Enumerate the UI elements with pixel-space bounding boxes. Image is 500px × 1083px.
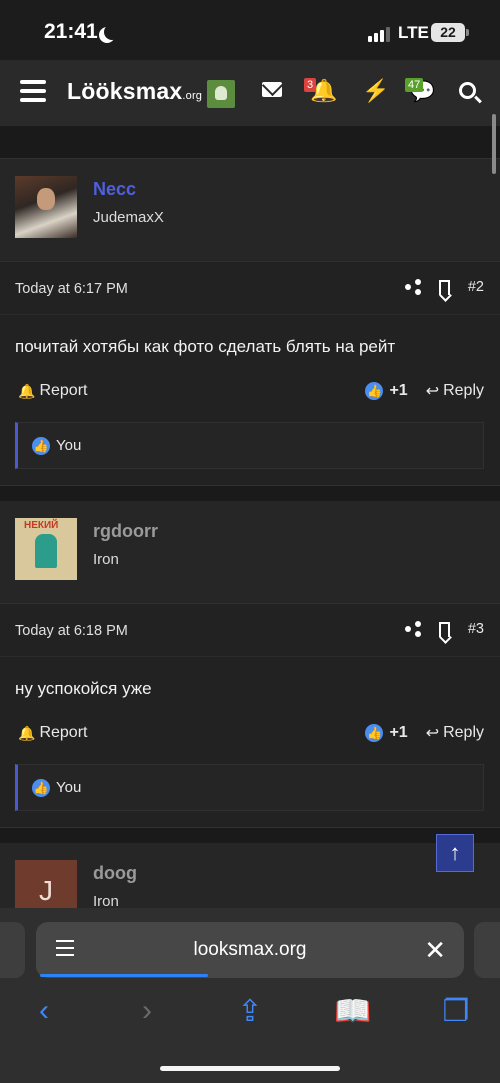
mail-icon[interactable] xyxy=(262,82,282,97)
like-count: +1 xyxy=(389,724,408,741)
reaction-list[interactable]: 👍 You xyxy=(15,764,484,811)
browser-nav-buttons: ‹ › ⇪ 📖 ❐ xyxy=(0,986,500,1036)
bolt-icon[interactable]: ⚡ xyxy=(362,78,389,104)
home-indicator xyxy=(160,1066,340,1071)
site-header: Lööksmax.org 🔔 ⚡ 💬 xyxy=(0,60,500,126)
thumbs-up-icon: 👍 xyxy=(32,436,50,455)
share-icon[interactable] xyxy=(404,279,421,295)
status-bar: 21:41 LTE 22 xyxy=(0,0,500,60)
reply-label: Reply xyxy=(443,382,484,399)
user-title: JudemaxX xyxy=(93,209,164,226)
post-user-block: Necc JudemaxX xyxy=(0,159,500,262)
next-tab[interactable] xyxy=(474,922,500,978)
report-button[interactable]: 🔔 Report xyxy=(18,724,87,742)
reply-label: Reply xyxy=(443,724,484,741)
bell-icon: 🔔 xyxy=(18,724,36,741)
username[interactable]: rgdoorr xyxy=(93,521,158,542)
network-type: LTE xyxy=(398,23,429,42)
scrollbar[interactable] xyxy=(492,114,496,174)
divider xyxy=(0,827,500,828)
report-label: Report xyxy=(39,724,88,741)
reply-button[interactable]: ↩ Reply xyxy=(426,723,484,743)
post-timestamp[interactable]: Today at 6:18 PM xyxy=(15,623,128,639)
reaction-user: You xyxy=(56,437,82,454)
post-2: Necc JudemaxX Today at 6:17 PM #2 почита… xyxy=(0,159,500,485)
report-label: Report xyxy=(39,382,88,399)
reply-icon: ↩ xyxy=(425,725,440,742)
reaction-user: You xyxy=(56,779,82,796)
previous-tab[interactable] xyxy=(0,922,25,978)
bookmarks-icon[interactable]: 📖 xyxy=(333,994,373,1029)
post-number[interactable]: #2 xyxy=(468,279,484,295)
battery-indicator: 22 xyxy=(431,23,469,42)
reply-icon: ↩ xyxy=(425,383,440,400)
divider xyxy=(0,485,500,486)
reaction-list[interactable]: 👍 You xyxy=(15,422,484,469)
share-icon[interactable] xyxy=(404,621,421,637)
bookmark-icon[interactable] xyxy=(438,621,450,637)
post-actions: 🔔 Report 👍 +1 ↩ Reply xyxy=(18,723,484,743)
username[interactable]: Necc xyxy=(93,179,136,200)
address-bar[interactable]: looksmax.org ✕ xyxy=(36,922,464,978)
search-icon[interactable] xyxy=(459,82,476,99)
post-meta-actions: #2 xyxy=(404,279,484,295)
post-message: почитай хотябы как фото сделать блять на… xyxy=(15,337,396,356)
signal-icon xyxy=(368,26,390,42)
forward-icon[interactable]: › xyxy=(127,994,167,1028)
like-count: +1 xyxy=(389,382,408,399)
hamburger-icon[interactable] xyxy=(20,80,46,104)
user-title: Iron xyxy=(93,551,119,568)
share-sheet-icon[interactable]: ⇪ xyxy=(230,994,270,1029)
tabs-icon[interactable]: ❐ xyxy=(436,994,476,1029)
post-4: J doog Iron xyxy=(0,843,500,946)
like-button[interactable]: 👍 +1 xyxy=(365,382,408,400)
browser-toolbar: looksmax.org ✕ ‹ › ⇪ 📖 ❐ xyxy=(0,908,500,1083)
page-load-progress xyxy=(40,974,208,977)
thumbs-up-icon: 👍 xyxy=(365,724,384,742)
post-meta-actions: #3 xyxy=(404,621,484,637)
divider xyxy=(0,656,500,657)
user-avatar[interactable] xyxy=(15,176,77,238)
divider xyxy=(0,314,500,315)
moon-icon xyxy=(104,24,120,40)
bell-icon: 🔔 xyxy=(18,382,36,399)
scroll-to-top-button[interactable]: ↑ xyxy=(436,834,474,872)
reply-button[interactable]: ↩ Reply xyxy=(426,381,484,401)
close-icon[interactable]: ✕ xyxy=(424,935,446,966)
back-icon[interactable]: ‹ xyxy=(24,994,64,1028)
like-button[interactable]: 👍 +1 xyxy=(365,724,408,742)
post-actions: 🔔 Report 👍 +1 ↩ Reply xyxy=(18,381,484,401)
user-avatar[interactable] xyxy=(15,518,77,580)
post-3: rgdoorr Iron Today at 6:18 PM #3 ну успо… xyxy=(0,501,500,827)
status-time: 21:41 xyxy=(44,20,98,43)
conversations-count-badge: 47 xyxy=(405,78,424,92)
post-number[interactable]: #3 xyxy=(468,621,484,637)
thumbs-up-icon: 👍 xyxy=(32,778,50,797)
post-message: ну успокойся уже xyxy=(15,679,152,698)
post-user-block: rgdoorr Iron xyxy=(0,501,500,604)
username[interactable]: doog xyxy=(93,863,137,884)
bookmark-icon[interactable] xyxy=(438,279,450,295)
thumbs-up-icon: 👍 xyxy=(365,382,384,400)
user-avatar-button[interactable] xyxy=(207,80,235,108)
url-text[interactable]: looksmax.org xyxy=(36,939,464,961)
site-logo[interactable]: Lööksmax.org xyxy=(67,78,202,105)
report-button[interactable]: 🔔 Report xyxy=(18,382,87,400)
thread-feed: Necc JudemaxX Today at 6:17 PM #2 почита… xyxy=(0,126,500,946)
alerts-count-badge: 3 xyxy=(304,78,317,92)
post-timestamp[interactable]: Today at 6:17 PM xyxy=(15,281,128,297)
